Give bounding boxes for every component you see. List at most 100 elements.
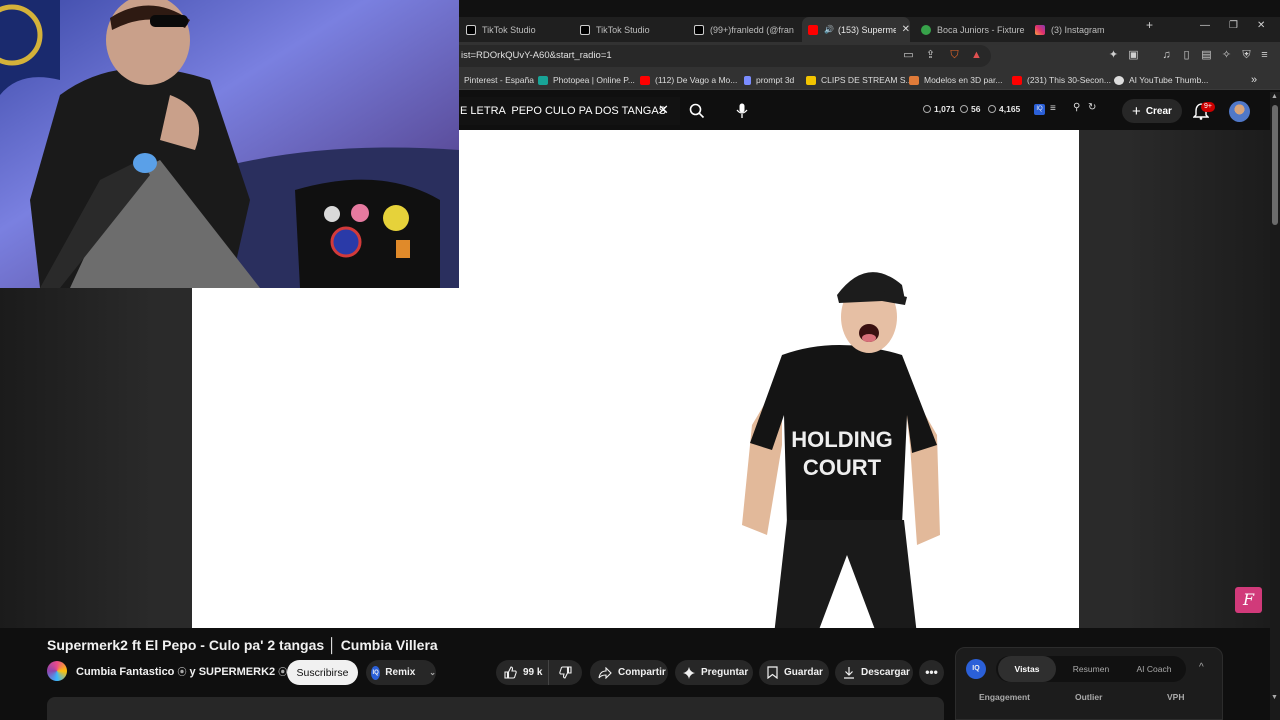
plus-icon: + — [1132, 102, 1141, 120]
folder-icon — [806, 75, 816, 85]
tab-tiktok-profile[interactable]: (99+)franledd (@franle — [694, 17, 794, 42]
speaker-icon: 🔊 — [824, 25, 834, 34]
brave-rewards-icon[interactable]: ▲ — [970, 49, 983, 62]
search-button[interactable] — [682, 97, 712, 125]
instagram-icon — [1035, 24, 1045, 35]
bookmark-label: Modelos en 3D par... — [924, 75, 1003, 85]
save-button[interactable]: Guardar — [759, 660, 829, 685]
share-icon — [598, 666, 612, 679]
brave-shield-icon[interactable]: ⛉ — [948, 49, 961, 62]
bookmark-ai-thumbnail[interactable]: AI YouTube Thumb... — [1114, 73, 1208, 87]
sketchfab-icon — [909, 75, 919, 85]
new-tab-button[interactable]: + — [1146, 18, 1153, 32]
sidebar-icon[interactable]: ▯ — [1180, 49, 1193, 62]
refresh-icon[interactable]: ↻ — [1088, 102, 1096, 113]
shirt-text-line1: HOLDING — [791, 427, 892, 452]
tab-ai-coach[interactable]: AI Coach — [1124, 656, 1184, 682]
voice-search-button[interactable] — [729, 98, 755, 124]
tab-label: Boca Juniors - Fixture — [937, 24, 1025, 35]
close-window-icon[interactable]: ✕ — [1257, 20, 1265, 31]
share-page-icon[interactable]: ⇪ — [924, 49, 937, 62]
youtube-icon — [808, 24, 818, 35]
clear-search-icon[interactable]: ✕ — [658, 102, 669, 118]
bookmark-label: Photopea | Online P... — [553, 75, 635, 85]
video-title: Supermerk2 ft El Pepo - Culo pa' 2 tanga… — [47, 637, 438, 653]
search-icon — [689, 103, 705, 119]
extension-floating-icon[interactable]: F — [1235, 587, 1262, 613]
notification-count-badge: 9+ — [1201, 102, 1215, 112]
cast-icon[interactable]: ▭ — [902, 49, 915, 62]
bookmarks-overflow-button[interactable]: » — [1251, 73, 1257, 87]
channel-name-text: Cumbia Fantastico — [76, 666, 175, 678]
tab-resumen[interactable]: Resumen — [1062, 656, 1120, 682]
dancer-head — [837, 272, 907, 353]
channel-name[interactable]: Cumbia Fantastico ⦿ y SUPERMERK2 ⦿ — [76, 665, 287, 678]
avatar[interactable] — [1229, 101, 1250, 122]
search-input[interactable]: E LETRA PEPO CULO PA DOS TANGAS — [459, 97, 680, 125]
menu-icon[interactable]: ≡ — [1258, 49, 1271, 62]
streamer-webcam-image — [0, 0, 459, 288]
bookmark-photopea[interactable]: Photopea | Online P... — [538, 73, 635, 87]
globe-icon — [921, 24, 931, 35]
eye-icon — [988, 105, 996, 113]
minimize-icon[interactable]: — — [1200, 20, 1210, 31]
subscribe-button[interactable]: Suscribirse — [287, 660, 358, 685]
like-button[interactable]: 99 k — [496, 660, 548, 685]
tab-boca-juniors[interactable]: Boca Juniors - Fixture — [921, 17, 1026, 42]
microphone-icon — [736, 103, 748, 118]
create-button[interactable]: + Crear — [1122, 99, 1182, 123]
clock-icon — [923, 105, 931, 113]
scroll-up-icon[interactable]: ▲ — [1271, 93, 1278, 100]
scroll-down-icon[interactable]: ▼ — [1271, 694, 1278, 701]
download-button[interactable]: Descargar — [835, 660, 913, 685]
remix-button[interactable]: IQ Remix ⌄ — [366, 660, 436, 685]
bookmark-30-seconds[interactable]: (231) This 30-Secon... — [1012, 73, 1111, 87]
share-button[interactable]: Compartir — [590, 660, 668, 685]
tab-tiktok-studio-2[interactable]: TikTok Studio — [580, 17, 685, 42]
media-icon[interactable]: ♫ — [1160, 49, 1173, 62]
tab-youtube-active[interactable]: 🔊 (153) Supermer ✕ — [802, 17, 910, 42]
dislike-button[interactable] — [548, 660, 582, 685]
webcam-overlay — [0, 0, 459, 288]
bookmark-pinterest[interactable]: Pinterest - España — [459, 73, 534, 87]
tab-label: (99+)franledd (@franle — [710, 24, 794, 35]
eye-icon — [960, 105, 968, 113]
column-vph: VPH — [1167, 692, 1185, 702]
restore-icon[interactable]: ❐ — [1229, 20, 1238, 31]
lightbulb-icon[interactable]: ⚲ — [1073, 102, 1080, 113]
extension-icon[interactable]: ✦ — [1107, 49, 1120, 62]
channel-avatar[interactable] — [47, 661, 67, 681]
bookmark-prompt-3d[interactable]: prompt 3d — [744, 73, 794, 87]
bookmark-label: AI YouTube Thumb... — [1129, 75, 1209, 85]
ask-button[interactable]: Preguntar — [675, 660, 753, 685]
scrollbar-thumb[interactable] — [1272, 105, 1278, 225]
bookmark-label: (231) This 30-Secon... — [1027, 75, 1111, 85]
vidiq-icon[interactable]: IQ — [1034, 104, 1045, 115]
bookmark-label: CLIPS DE STREAM S... — [821, 75, 913, 85]
tab-strip — [459, 0, 1280, 17]
bookmark-label: (112) De Vago a Mo... — [655, 75, 738, 85]
bookmark-clips-stream[interactable]: CLIPS DE STREAM S... — [806, 73, 913, 87]
tab-tiktok-studio-1[interactable]: TikTok Studio — [466, 17, 571, 42]
column-outlier: Outlier — [1075, 692, 1103, 702]
openai-icon — [1114, 75, 1124, 85]
close-tab-icon[interactable]: ✕ — [902, 24, 910, 35]
tab-instagram[interactable]: (3) Instagram — [1035, 17, 1135, 42]
tab-vistas[interactable]: Vistas — [998, 656, 1056, 682]
sparkle-icon — [683, 666, 695, 679]
leo-ai-icon[interactable]: ✧ — [1220, 49, 1233, 62]
tiktok-icon — [580, 24, 590, 35]
wallet-icon[interactable]: ▤ — [1200, 49, 1213, 62]
collapse-panel-icon[interactable]: ^ — [1199, 662, 1204, 673]
more-actions-button[interactable]: ••• — [919, 660, 944, 685]
shirt-text-line2: COURT — [803, 455, 882, 480]
vpn-icon[interactable]: ⛨ — [1240, 49, 1253, 62]
description-box[interactable] — [47, 697, 944, 720]
bookmark-modelos-3d[interactable]: Modelos en 3D par... — [909, 73, 1002, 87]
verified-icon: ⦿ — [177, 667, 187, 677]
like-count: 99 k — [523, 667, 543, 678]
bookmark-de-vago[interactable]: (112) De Vago a Mo... — [640, 73, 737, 87]
tiktok-icon — [466, 24, 476, 35]
screenshot-icon[interactable]: ▣ — [1127, 49, 1140, 62]
list-icon[interactable]: ≡ — [1050, 103, 1056, 114]
